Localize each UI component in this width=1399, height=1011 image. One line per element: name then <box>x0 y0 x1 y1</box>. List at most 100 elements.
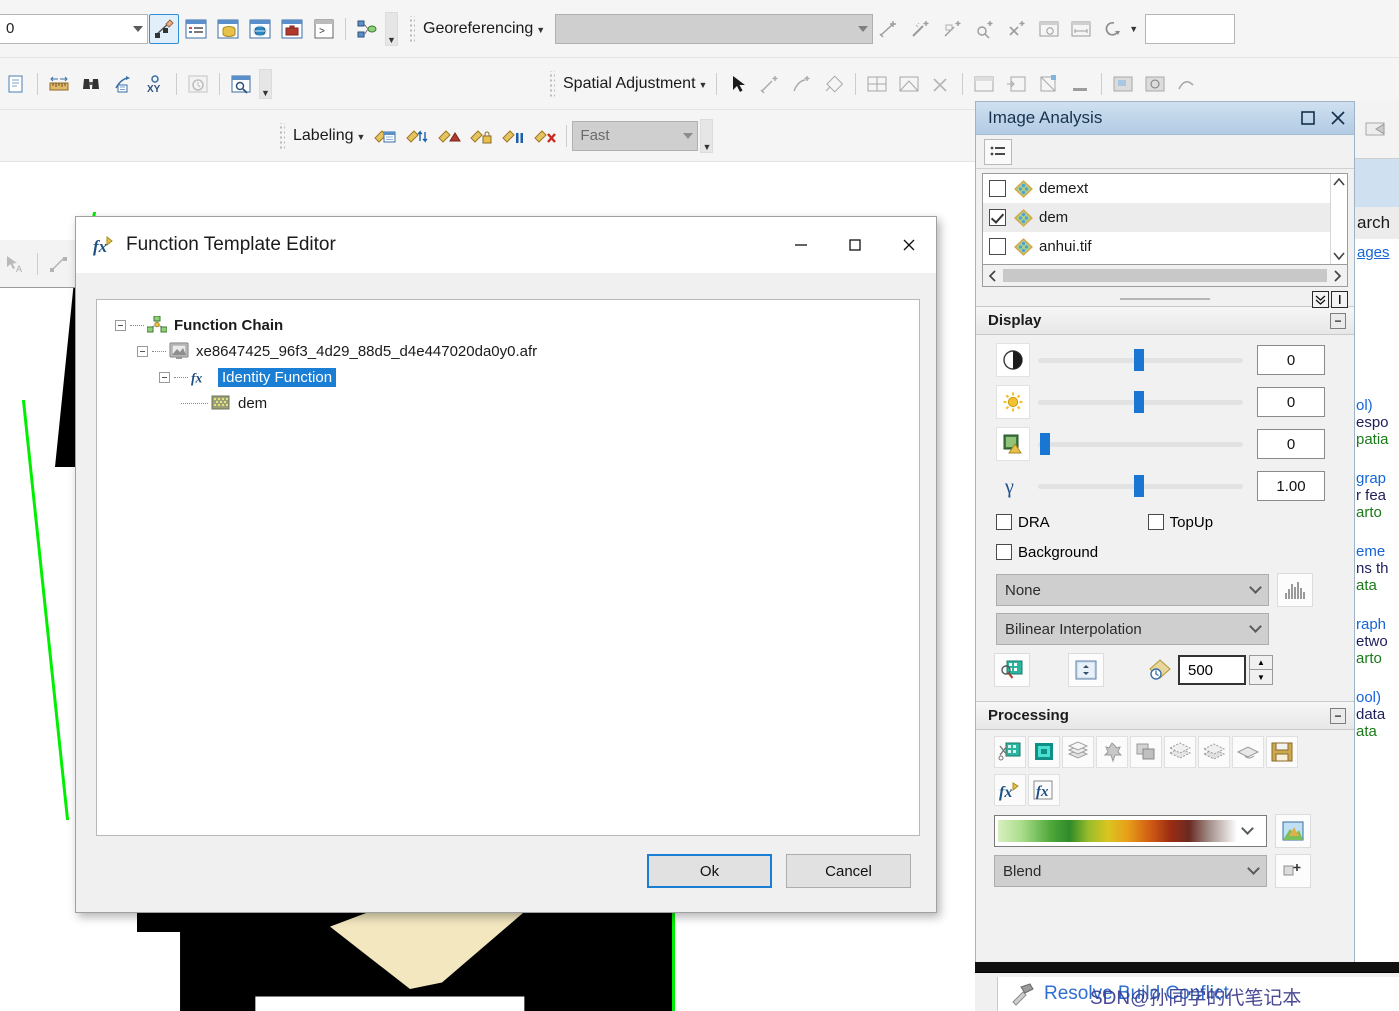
spin-up-icon[interactable]: ▲ <box>1249 655 1273 670</box>
stretch-type-combo[interactable]: None <box>996 574 1269 606</box>
rotate-button[interactable] <box>1098 14 1128 44</box>
draw-line-button[interactable] <box>44 249 74 279</box>
function-chain-tree[interactable]: Function Chain xe8647425_96f3_4d29_88d5_… <box>96 299 920 836</box>
layer-visibility-checkbox[interactable] <box>989 209 1006 226</box>
list-item[interactable]: dem <box>983 203 1347 232</box>
color-ramp-combo[interactable] <box>994 815 1267 847</box>
save-layer-button[interactable] <box>1266 736 1298 768</box>
georeferencing-menu[interactable]: Georeferencing ▼ <box>419 20 549 38</box>
rotation-angle-input[interactable] <box>1145 13 1236 44</box>
float-icon[interactable] <box>1300 110 1316 126</box>
delete-links-button[interactable] <box>926 69 956 99</box>
zoom-to-links-button[interactable] <box>970 14 1000 44</box>
georeferencing-layer-combo[interactable] <box>555 13 874 44</box>
splitter-grip[interactable] <box>1120 298 1210 300</box>
zoom-to-raster-resolution-button[interactable] <box>994 653 1030 687</box>
more-button[interactable] <box>1065 69 1095 99</box>
slider-thumb[interactable] <box>1134 474 1145 497</box>
label-weight-ranking-button[interactable] <box>434 121 464 151</box>
identify-button[interactable] <box>1 69 31 99</box>
flicker-layer-button[interactable] <box>1142 653 1178 687</box>
pan-sharpen-button[interactable] <box>1130 736 1162 768</box>
image-analysis-title-bar[interactable]: Image Analysis <box>976 102 1354 135</box>
background-checkbox-row[interactable]: Background <box>976 537 1354 567</box>
layer-list[interactable]: demext dem anhui.tif <box>982 173 1348 265</box>
dialog-title-bar[interactable]: fx Function Template Editor <box>76 217 936 273</box>
lock-labels-button[interactable] <box>466 121 496 151</box>
labeling-menu[interactable]: Labeling ▼ <box>289 127 369 145</box>
brightness-value[interactable]: 0 <box>1257 387 1325 417</box>
shaded-relief-button[interactable] <box>1164 736 1196 768</box>
topup-checkbox[interactable] <box>1147 514 1164 530</box>
edit-tool-button[interactable] <box>149 13 179 44</box>
spatial-adjustment-menu[interactable]: Spatial Adjustment ▼ <box>559 75 711 93</box>
contrast-value[interactable]: 0 <box>1257 345 1325 375</box>
contrast-slider[interactable] <box>1038 348 1243 371</box>
search-result-link[interactable]: ages <box>1355 239 1399 265</box>
scroll-left-icon[interactable] <box>987 269 998 282</box>
brightness-slider[interactable] <box>1038 390 1243 413</box>
spin-down-icon[interactable]: ▼ <box>1249 670 1273 685</box>
transparency-slider[interactable] <box>1038 432 1243 455</box>
list-item[interactable]: demext <box>983 174 1347 203</box>
scroll-right-icon[interactable] <box>1332 269 1343 282</box>
toolbar-overflow-button[interactable]: ▼ <box>700 118 714 153</box>
gamma-value[interactable]: 1.00 <box>1257 471 1325 501</box>
cancel-button[interactable]: Cancel <box>786 854 911 888</box>
add-function-button[interactable]: fx <box>1028 774 1060 806</box>
layer-list-horizontal-scrollbar[interactable] <box>982 265 1348 287</box>
dra-checkbox-row[interactable]: DRA <box>976 507 1050 537</box>
new-multi-displacement-link-button[interactable] <box>787 69 817 99</box>
list-item[interactable]: anhui.tif <box>983 232 1347 261</box>
arctoolbox-button[interactable] <box>277 14 307 44</box>
display-section-header[interactable]: Display − <box>976 306 1354 335</box>
pause-labeling-button[interactable] <box>498 121 528 151</box>
tree-node-identity-function[interactable]: fx Identity Function <box>115 364 919 390</box>
background-checkbox[interactable] <box>996 544 1012 560</box>
flicker-interval-input[interactable]: 500 <box>1178 655 1246 685</box>
clip-button[interactable] <box>994 736 1026 768</box>
layer-visibility-checkbox[interactable] <box>989 238 1006 255</box>
search-panel-toolbar-fragment[interactable] <box>1355 101 1399 159</box>
catalog-button[interactable] <box>213 14 243 44</box>
go-to-xy-button[interactable]: XY <box>140 69 170 99</box>
view-link-table-button[interactable] <box>938 14 968 44</box>
link-table-button[interactable] <box>1001 69 1031 99</box>
edit-attribute-button[interactable] <box>862 69 892 99</box>
expand-collapse-icon[interactable] <box>159 371 170 383</box>
magnifier-window-button[interactable] <box>1140 69 1170 99</box>
toolbar-grip[interactable] <box>278 122 285 149</box>
adjust-button[interactable] <box>894 69 924 99</box>
histogram-button[interactable] <box>1277 573 1313 607</box>
delete-link-button[interactable] <box>1002 14 1032 44</box>
overview-window-button[interactable] <box>1108 69 1138 99</box>
table-window-button[interactable] <box>969 69 999 99</box>
topup-checkbox-row[interactable]: TopUp <box>1050 507 1213 537</box>
slope-button[interactable] <box>1232 736 1264 768</box>
layer-visibility-checkbox[interactable] <box>989 180 1006 197</box>
slider-thumb[interactable] <box>1134 390 1145 413</box>
time-slider-button[interactable] <box>183 69 213 99</box>
tree-node-dem[interactable]: dem <box>115 390 919 416</box>
add-band-button[interactable] <box>1275 854 1311 888</box>
dialog-maximize-button[interactable] <box>828 217 882 273</box>
scale-combo[interactable]: 0 <box>0 13 148 44</box>
search-globe-button[interactable] <box>245 14 275 44</box>
processing-collapse-button[interactable]: − <box>1330 707 1346 724</box>
snap-settings-button[interactable] <box>1033 69 1063 99</box>
find-button[interactable] <box>76 69 106 99</box>
image-analysis-options-button[interactable] <box>984 138 1012 165</box>
search-tab-highlight[interactable] <box>1355 159 1399 207</box>
label-quality-combo[interactable]: Fast <box>572 120 699 151</box>
python-window-button[interactable]: > <box>309 14 339 44</box>
toolbar-grip[interactable] <box>408 15 415 42</box>
label-priority-ranking-button[interactable] <box>402 121 432 151</box>
transparency-value[interactable]: 0 <box>1257 429 1325 459</box>
dialog-minimize-button[interactable] <box>774 217 828 273</box>
dialog-close-button[interactable] <box>882 217 936 273</box>
toolbar-overflow-button[interactable]: ▼ <box>385 11 398 46</box>
tree-node-raster-dataset[interactable]: xe8647425_96f3_4d29_88d5_d4e447020da0y0.… <box>115 338 919 364</box>
tree-node-function-chain[interactable]: Function Chain <box>115 312 919 338</box>
find-route-button[interactable] <box>108 69 138 99</box>
collapse-all-button[interactable] <box>1312 290 1329 308</box>
